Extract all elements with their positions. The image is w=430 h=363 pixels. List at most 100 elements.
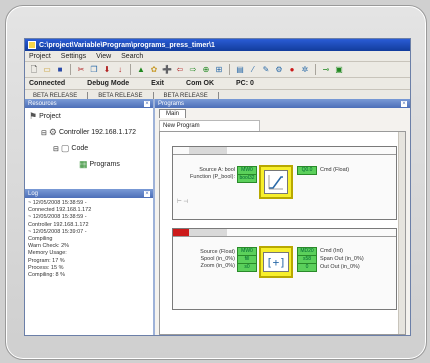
- log-line: Connected 192.168.1.172: [28, 207, 92, 214]
- log-list: ~ 12/05/2008 15:38:59 - Connected 192.16…: [25, 198, 153, 281]
- edit-icon[interactable]: ▤: [235, 65, 245, 75]
- function-block[interactable]: [259, 165, 293, 199]
- rung-param-label: Spool (in_0%): [200, 256, 235, 262]
- rung-header: [173, 147, 396, 155]
- help-icon[interactable]: ✲: [300, 65, 310, 75]
- log-panel-header: Log ×: [25, 189, 153, 198]
- pen-icon[interactable]: ✎: [261, 65, 271, 75]
- scale-function-icon: [+]: [263, 252, 289, 272]
- tab-main[interactable]: Main: [159, 109, 187, 118]
- save-icon[interactable]: ■: [55, 65, 65, 75]
- window-title: C:\project\Variable\Program\programs_pre…: [39, 41, 215, 49]
- rung-param-label: Function (P_bool):: [190, 174, 235, 180]
- input-cell[interactable]: s0: [237, 263, 257, 272]
- close-icon[interactable]: ×: [401, 100, 407, 107]
- run-icon[interactable]: ▲: [136, 65, 146, 75]
- stop-icon[interactable]: ✿: [149, 65, 159, 75]
- ladder-editor[interactable]: Source A: bool Function (P_bool): MW0 bo…: [159, 131, 406, 335]
- log-line: ~ 12/05/2008 15:38:59 -: [28, 200, 87, 206]
- tree-label-programs: Programs: [89, 161, 120, 168]
- tree-expander[interactable]: ⊟: [53, 145, 59, 153]
- log-line: Memory Usage:: [28, 250, 67, 257]
- tree-label-controller: Controller 192.168.1.172: [58, 129, 137, 136]
- output-cell[interactable]: Q0.0: [297, 166, 317, 175]
- log-line: Compiling: 8 %: [28, 271, 65, 278]
- cut-icon[interactable]: ✂: [76, 65, 86, 75]
- tree-node-project[interactable]: ⚑ Project: [29, 111, 61, 122]
- tree-node-controller[interactable]: ⊟ ⚙ Controller 192.168.1.172: [41, 127, 136, 138]
- next-icon[interactable]: ➕: [162, 65, 172, 75]
- rung-contact: ⊢ ⊣: [177, 199, 189, 205]
- menu-view[interactable]: View: [96, 53, 111, 60]
- menu-bar: Project Settings View Search: [25, 51, 410, 62]
- rung-comment-bar: [189, 229, 227, 236]
- download-icon[interactable]: ↓: [115, 65, 125, 75]
- tree-node-code[interactable]: ⊟ ▢ Code: [53, 143, 88, 154]
- editor-scrollbar[interactable]: [398, 132, 405, 334]
- program-file-icon: ▦: [79, 159, 88, 169]
- menu-project[interactable]: Project: [29, 53, 51, 60]
- status-debug-mode: Debug Mode: [87, 80, 130, 87]
- close-icon[interactable]: ×: [144, 100, 150, 107]
- rung-header: [173, 229, 396, 237]
- status-exit: Exit: [151, 80, 165, 87]
- log-line: ~ 12/05/2008 15:39:07 -: [28, 228, 87, 235]
- output-label: Cmd (Int): [320, 248, 343, 254]
- log-pane: Log × ~ 12/05/2008 15:38:59 - Connected …: [25, 189, 153, 335]
- tree-expander[interactable]: ⊟: [41, 129, 47, 137]
- status-connected: Connected: [29, 80, 66, 87]
- status-com: Com OK: [186, 80, 215, 87]
- output-label: Out Out (in_0%): [320, 264, 360, 270]
- new-icon[interactable]: 🗋: [29, 65, 39, 75]
- toolbar-separator: [229, 64, 230, 75]
- paste-icon[interactable]: ⬇: [102, 65, 112, 75]
- resources-panel-title: Resources: [28, 100, 57, 107]
- program-tabs: Main: [155, 108, 410, 118]
- menu-search[interactable]: Search: [121, 53, 143, 60]
- log-line: Program: 17 %: [28, 257, 65, 264]
- left-panel: Resources × ⚑ Project ⊟ ⚙ Controller 192…: [25, 99, 155, 335]
- tree-label-code: Code: [71, 145, 89, 152]
- record-icon[interactable]: ●: [287, 65, 297, 75]
- programs-panel-title: Programs: [158, 100, 185, 107]
- rung-number: [173, 147, 189, 154]
- tools-icon[interactable]: ⊞: [214, 65, 224, 75]
- tree-node-programs[interactable]: ▦ Programs: [79, 159, 120, 170]
- minimize-icon[interactable]: ⊸: [321, 65, 331, 75]
- zoom-in-icon[interactable]: ⇨: [188, 65, 198, 75]
- rung-param-label: Source A: bool: [199, 167, 235, 173]
- toolbar-separator: [70, 64, 71, 75]
- log-line: Compiling: [28, 235, 53, 242]
- project-tree: ⚑ Project ⊟ ⚙ Controller 192.168.1.172 ⊟…: [25, 108, 153, 185]
- rung-comment-bar: [189, 147, 227, 154]
- copy-icon[interactable]: ❐: [89, 65, 99, 75]
- ladder-rung[interactable]: Source A: bool Function (P_bool): MW0 bo…: [172, 146, 397, 220]
- ramp-function-icon: [264, 170, 288, 194]
- status-pc: PC: 0: [236, 80, 254, 87]
- folder-icon: ▢: [60, 143, 70, 153]
- project-icon: ⚑: [29, 111, 38, 121]
- zoom-out-icon[interactable]: ⊕: [201, 65, 211, 75]
- output-label: Cmd (Float): [320, 167, 350, 173]
- input-cell[interactable]: bool32: [237, 174, 257, 183]
- programs-panel-header: Programs ×: [155, 99, 410, 108]
- log-line: Warn Check: 2%: [28, 243, 70, 250]
- tree-label-project: Project: [39, 113, 61, 120]
- output-cell[interactable]: 0: [297, 263, 317, 272]
- toolbar-separator: [315, 64, 316, 75]
- link-icon[interactable]: ⁄: [248, 65, 258, 75]
- ladder-rung[interactable]: Source (Float) Spool (in_0%) Zoom (in_0%…: [172, 228, 397, 310]
- open-icon[interactable]: ▭: [42, 65, 52, 75]
- rung-param-label: Zoom (in_0%): [200, 263, 235, 269]
- close-icon[interactable]: ×: [144, 190, 150, 197]
- programs-panel: Programs × Main New Program Source A: bo…: [155, 99, 410, 335]
- function-block[interactable]: [+]: [259, 246, 293, 278]
- maximize-icon[interactable]: ▣: [334, 65, 344, 75]
- settings-icon[interactable]: ⚙: [274, 65, 284, 75]
- menu-settings[interactable]: Settings: [61, 53, 86, 60]
- log-line: ~ 12/05/2008 15:38:59 -: [28, 214, 87, 221]
- prev-icon[interactable]: ⇦: [175, 65, 185, 75]
- toolbar-separator: [130, 64, 131, 75]
- connection-status-row: Connected Debug Mode Exit Com OK PC: 0: [25, 78, 410, 90]
- rung-param-label: Source (Float): [200, 249, 235, 255]
